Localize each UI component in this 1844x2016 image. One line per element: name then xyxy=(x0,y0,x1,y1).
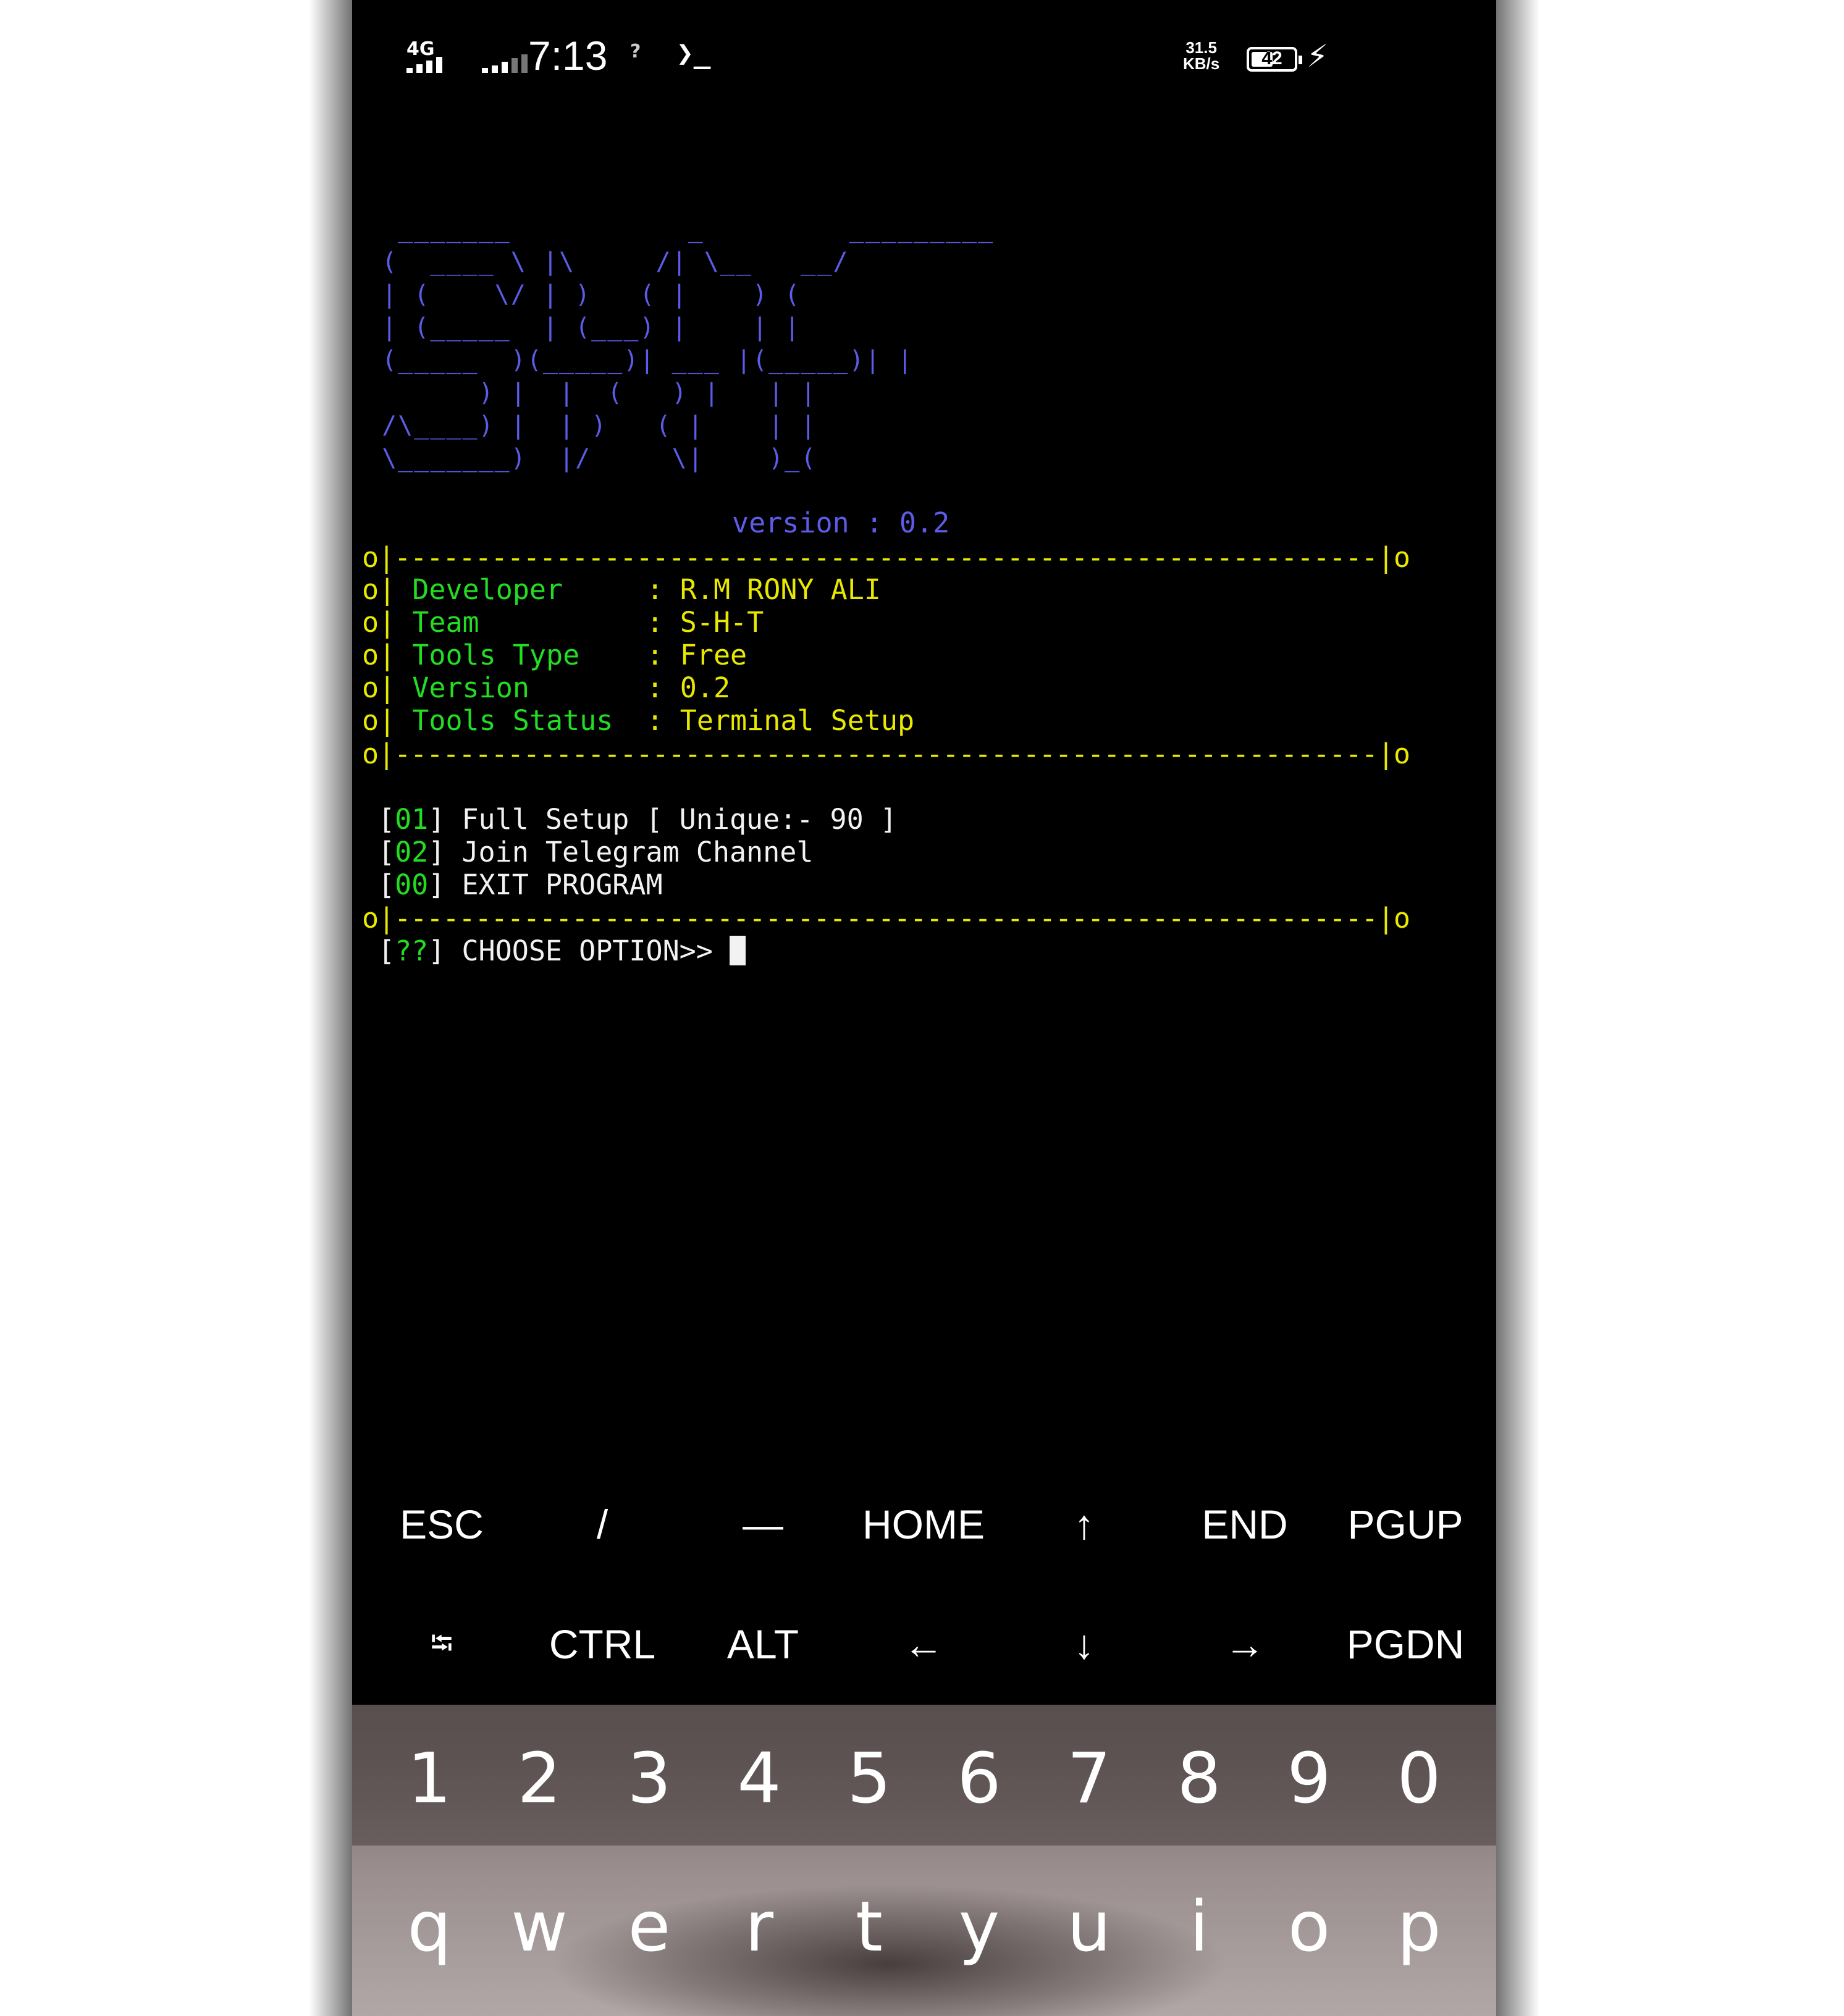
pgup-key[interactable]: PGUP xyxy=(1325,1500,1486,1549)
home-key[interactable]: HOME xyxy=(843,1500,1004,1549)
soft-keyboard: 1 2 3 4 5 6 7 8 9 0 q w e r t y u i o p xyxy=(352,1705,1496,2016)
arrow-right-key[interactable]: → xyxy=(1164,1619,1325,1669)
arrow-down-key[interactable]: ↓ xyxy=(1004,1619,1164,1669)
arrow-up-key[interactable]: ↑ xyxy=(1004,1500,1164,1549)
slash-key[interactable]: / xyxy=(522,1500,683,1549)
key-e[interactable]: e xyxy=(597,1890,702,1964)
key-2[interactable]: 2 xyxy=(487,1742,592,1816)
key-8[interactable]: 8 xyxy=(1147,1742,1252,1816)
tab-key-icon[interactable]: ⭾ xyxy=(361,1619,522,1669)
menu-item-full-setup: [01] Full Setup [ Unique:- 90 ] xyxy=(378,803,897,836)
menu-item-telegram: [02] Join Telegram Channel xyxy=(378,836,814,868)
info-row-team: o| Team : S-H-T xyxy=(362,606,764,639)
key-1[interactable]: 1 xyxy=(377,1742,482,1816)
key-p[interactable]: p xyxy=(1366,1890,1471,1964)
end-key[interactable]: END xyxy=(1164,1500,1325,1549)
border-top: o|--------------------------------------… xyxy=(362,541,1410,574)
key-5[interactable]: 5 xyxy=(817,1742,922,1816)
extra-keys-bar: ESC / — HOME ↑ END PGUP ⭾ CTRL ALT ← ↓ →… xyxy=(352,1482,1496,1705)
key-3[interactable]: 3 xyxy=(597,1742,702,1816)
version-label: version : 0.2 xyxy=(732,506,950,539)
key-0[interactable]: 0 xyxy=(1366,1742,1471,1816)
key-9[interactable]: 9 xyxy=(1257,1742,1362,1816)
key-i[interactable]: i xyxy=(1147,1890,1252,1964)
key-u[interactable]: u xyxy=(1037,1890,1142,1964)
key-q[interactable]: q xyxy=(377,1890,482,1964)
info-row-tools-status: o| Tools Status : Terminal Setup xyxy=(362,704,915,737)
key-y[interactable]: y xyxy=(927,1890,1032,1964)
pgdn-key[interactable]: PGDN xyxy=(1325,1619,1486,1669)
dash-key[interactable]: — xyxy=(683,1500,843,1549)
ctrl-key[interactable]: CTRL xyxy=(522,1619,683,1669)
key-r[interactable]: r xyxy=(707,1890,812,1964)
key-w[interactable]: w xyxy=(487,1890,592,1964)
terminal-output[interactable]: _______ _ _________ ( ____ \ |\ /| \__ _… xyxy=(352,0,1496,1482)
esc-key[interactable]: ESC xyxy=(361,1500,522,1549)
menu-item-exit: [00] EXIT PROGRAM xyxy=(378,868,663,901)
arrow-left-key[interactable]: ← xyxy=(843,1619,1004,1669)
phone-screen: 4G 7:13 ? ❯_ 31.5 KB/s 42 ⚡ _______ _ __… xyxy=(352,0,1496,2016)
key-4[interactable]: 4 xyxy=(707,1742,812,1816)
left-shadow xyxy=(309,0,352,2016)
key-o[interactable]: o xyxy=(1257,1890,1362,1964)
text-cursor xyxy=(729,936,746,965)
border-middle: o|--------------------------------------… xyxy=(362,737,1410,770)
key-6[interactable]: 6 xyxy=(927,1742,1032,1816)
key-t[interactable]: t xyxy=(817,1890,922,1964)
border-bottom: o|--------------------------------------… xyxy=(362,902,1410,934)
right-shadow xyxy=(1496,0,1539,2016)
ascii-logo: _______ _ _________ ( ____ \ |\ /| \__ _… xyxy=(382,215,995,472)
alt-key[interactable]: ALT xyxy=(683,1619,843,1669)
info-row-version: o| Version : 0.2 xyxy=(362,671,731,704)
info-row-developer: o| Developer : R.M RONY ALI xyxy=(362,573,881,606)
key-7[interactable]: 7 xyxy=(1037,1742,1142,1816)
choose-option-prompt[interactable]: [??] CHOOSE OPTION>> xyxy=(378,934,746,968)
info-row-tools-type: o| Tools Type : Free xyxy=(362,639,747,671)
